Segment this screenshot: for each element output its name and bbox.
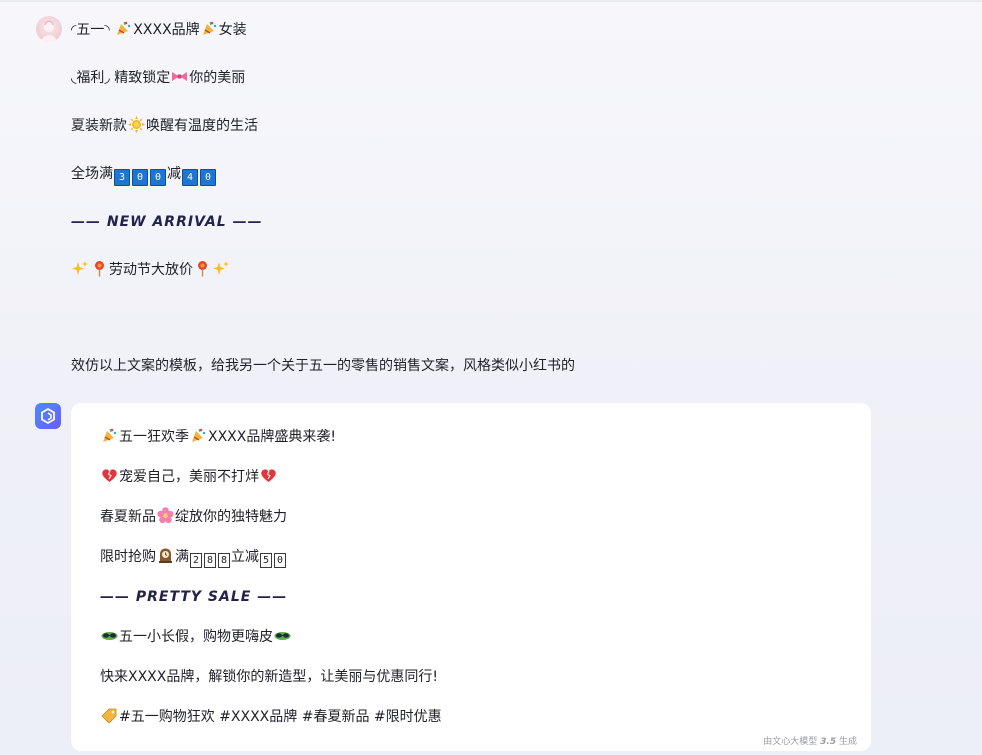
user-line-1: ◜五一◝ XXXX品牌 女装 bbox=[71, 20, 247, 40]
heart-icon bbox=[260, 467, 277, 484]
reply-line-1: 五一狂欢季 XXXX品牌盛典来袭! bbox=[100, 427, 336, 447]
user-line-4: 全场满 3 0 0 减 4 0 bbox=[71, 164, 217, 186]
sparkles-icon bbox=[72, 260, 89, 277]
sun-icon bbox=[128, 116, 145, 133]
keycap-digit: 5 bbox=[260, 553, 272, 568]
keycap-digit: 8 bbox=[218, 553, 230, 568]
reply-line-7: 快来XXXX品牌，解锁你的新造型，让美丽与优惠同行! bbox=[100, 669, 438, 685]
line-text: 五一狂欢季 bbox=[119, 429, 189, 445]
keycap-digit: 2 bbox=[190, 553, 202, 568]
user-line-5: —— NEW ARRIVAL —— bbox=[71, 214, 263, 230]
reply-line-5: —— PRETTY SALE —— bbox=[100, 589, 288, 605]
line-text: ◜五一◝ bbox=[71, 22, 110, 38]
lollipop-icon bbox=[194, 260, 211, 277]
assistant-reply-card: 五一狂欢季 XXXX品牌盛典来袭! 宠爱自己，美丽不打烊 春夏新品 绽放你的独特… bbox=[71, 403, 871, 751]
reply-line-4: 限时抢购 满 2 8 8 立减 5 0 bbox=[100, 547, 287, 568]
assistant-avatar bbox=[35, 403, 61, 429]
keycap-digit: 0 bbox=[150, 169, 166, 186]
line-text: 劳动节大放价 bbox=[109, 262, 193, 278]
line-text: XXXX品牌 bbox=[133, 22, 200, 38]
footer-text: 由文心大模型 bbox=[763, 737, 818, 747]
model-footer-note: 由文心大模型 3.5 生成 bbox=[763, 734, 857, 747]
line-text: #五一购物狂欢 #XXXX品牌 #春夏新品 #限时优惠 bbox=[119, 709, 442, 725]
line-text: 春夏新品 bbox=[100, 509, 156, 525]
tag-icon bbox=[101, 707, 118, 724]
sparkles-icon bbox=[213, 260, 230, 277]
user-line-6: 劳动节大放价 bbox=[71, 260, 231, 280]
keycap-digit: 0 bbox=[200, 169, 216, 186]
line-text: 全场满 bbox=[71, 166, 113, 182]
line-text: 女装 bbox=[218, 22, 247, 38]
line-text: 立减 bbox=[231, 549, 259, 565]
line-text: 你的美丽 bbox=[189, 70, 246, 86]
reply-line-3: 春夏新品 绽放你的独特魅力 bbox=[100, 507, 287, 527]
blossom-icon bbox=[157, 507, 174, 524]
user-line-2: ◟福利◞ 精致锁定 你的美丽 bbox=[71, 68, 245, 88]
keycap-digit: 4 bbox=[182, 169, 198, 186]
keycap-digit: 0 bbox=[132, 169, 148, 186]
party-popper-icon bbox=[190, 427, 207, 444]
line-text: 减 bbox=[167, 166, 181, 182]
heart-icon bbox=[101, 467, 118, 484]
line-text: 夏装新款 bbox=[71, 118, 127, 134]
line-text: 五一小长假，购物更嗨皮 bbox=[119, 629, 273, 645]
user-question: 效仿以上文案的模板，给我另一个关于五一的零售的销售文案，风格类似小红书的 bbox=[71, 358, 575, 374]
line-text: ◟福利◞ 精致锁定 bbox=[71, 70, 171, 86]
reply-line-2: 宠爱自己，美丽不打烊 bbox=[100, 467, 278, 487]
party-popper-icon bbox=[201, 20, 218, 37]
keycap-digit: 8 bbox=[204, 553, 216, 568]
top-divider bbox=[0, 0, 982, 2]
sunglasses-icon bbox=[274, 627, 291, 644]
lollipop-icon bbox=[91, 260, 108, 277]
line-text: 限时抢购 bbox=[100, 549, 156, 565]
footer-text: 生成 bbox=[838, 737, 857, 747]
reply-line-6: 五一小长假，购物更嗨皮 bbox=[100, 627, 292, 647]
line-text: 宠爱自己，美丽不打烊 bbox=[119, 469, 259, 485]
footer-version: 3.5 bbox=[820, 737, 837, 747]
keycap-digit: 3 bbox=[114, 169, 130, 186]
line-text: 绽放你的独特魅力 bbox=[175, 509, 287, 525]
sunglasses-icon bbox=[101, 627, 118, 644]
line-text: 唤醒有温度的生活 bbox=[146, 118, 258, 134]
clock-icon bbox=[157, 547, 174, 564]
ribbon-icon bbox=[171, 68, 188, 85]
user-line-3: 夏装新款 唤醒有温度的生活 bbox=[71, 116, 258, 136]
line-text: XXXX品牌盛典来袭! bbox=[208, 429, 336, 445]
party-popper-icon bbox=[101, 427, 118, 444]
user-avatar[interactable] bbox=[36, 16, 62, 42]
reply-line-8: #五一购物狂欢 #XXXX品牌 #春夏新品 #限时优惠 bbox=[100, 707, 442, 727]
line-text: 满 bbox=[175, 549, 189, 565]
party-popper-icon bbox=[115, 20, 132, 37]
keycap-digit: 0 bbox=[274, 553, 286, 568]
